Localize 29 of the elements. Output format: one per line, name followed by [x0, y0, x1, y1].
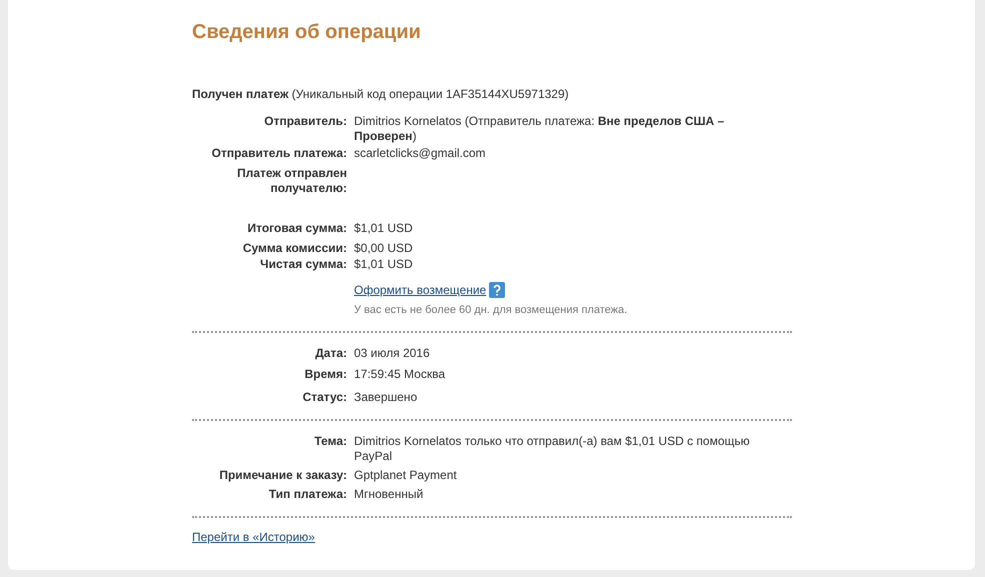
field-label: Отправитель платежа: — [210, 146, 347, 161]
field-value: scarletclicks@gmail.com — [354, 146, 487, 161]
field-value: $1,01 USD — [354, 221, 414, 236]
field-label: Статус: — [302, 390, 347, 405]
field-label: Чистая сумма: — [259, 257, 347, 272]
field-value: Dimitrios Kornelatos только что отправил(-а) вам $1,01 USD с помощью PayPal — [354, 434, 751, 464]
history-link[interactable]: Перейти в «Историю» — [192, 530, 315, 545]
field-label: Тип платежа: — [268, 487, 347, 502]
field-label: Тема: — [313, 434, 347, 449]
field-label: Дата: — [314, 346, 347, 361]
field-value: Dimitrios Kornelatos (Отправитель платежа: Вне пределов США – Проверен) — [354, 114, 726, 144]
field-value: Gptplanet Payment — [354, 468, 458, 483]
field-label: Отправитель: — [263, 114, 347, 129]
page-title: Сведения об операции — [192, 20, 422, 44]
field-value: 17:59:45 Москва — [354, 367, 446, 382]
refund-link[interactable]: Оформить возмещение — [354, 282, 486, 298]
refund-note: У вас есть не более 60 дн. для возмещения платежа. — [354, 303, 628, 317]
field-value: Завершено — [354, 390, 418, 405]
help-icon[interactable] — [489, 282, 506, 298]
field-label: Примечание к заказу: — [218, 468, 347, 483]
field-value: $1,01 USD — [354, 257, 414, 272]
field-label: Сумма комиссии: — [242, 241, 347, 256]
field-label: Итоговая сумма: — [246, 221, 347, 236]
field-value: 03 июля 2016 — [354, 346, 431, 361]
field-value: $0,00 USD — [354, 241, 414, 256]
field-label: Платеж отправлен получателю: — [236, 166, 347, 196]
field-label: Время: — [304, 367, 347, 382]
payment-header: Получен платеж (Уникальный код операции 1AF35144XU5971329) — [192, 87, 570, 102]
field-value: Мгновенный — [354, 487, 424, 502]
